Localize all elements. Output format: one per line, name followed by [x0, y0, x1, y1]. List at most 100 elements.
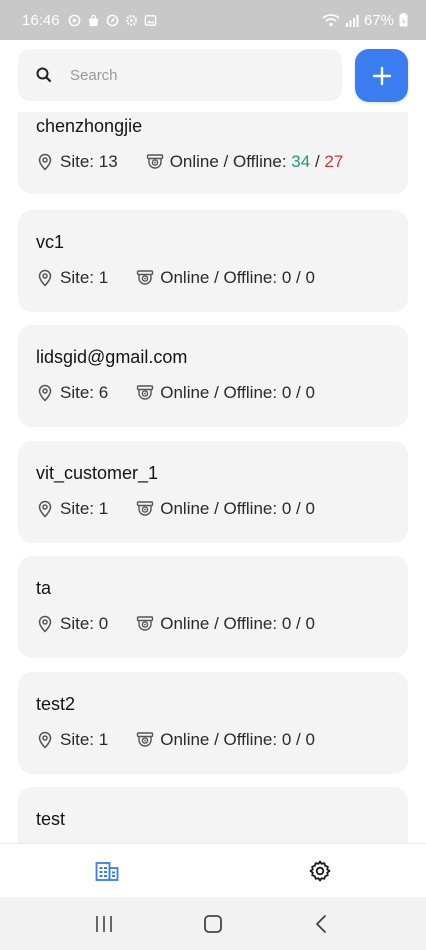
gear-icon	[309, 860, 330, 881]
customer-list[interactable]: chenzhongjie Site: 13 Online / Offline: …	[0, 40, 426, 843]
customer-card[interactable]: vc1 Site: 1 Online / Offline: 0 / 0	[18, 210, 408, 312]
status-label: Online / Offline:	[160, 499, 278, 518]
site-count: 13	[98, 152, 118, 171]
customer-name: lidsgid@gmail.com	[36, 347, 188, 367]
status-label: Online / Offline:	[160, 614, 278, 633]
location-pin-icon	[38, 615, 52, 633]
back-button[interactable]	[307, 909, 337, 939]
status-label: Online / Offline:	[160, 730, 278, 749]
camera-icon	[146, 154, 163, 169]
camera-icon	[137, 270, 154, 285]
wifi-icon	[322, 14, 340, 27]
site-count: 1	[98, 499, 109, 518]
camera-status: Online / Offline: 0 / 0	[136, 268, 315, 288]
site-label: Site:	[60, 152, 95, 171]
battery-percentage: 67%	[363, 11, 394, 29]
site-count: 1	[98, 268, 109, 287]
site-info: Site: 1	[36, 499, 108, 519]
status-right: 67%	[322, 12, 408, 29]
search-icon	[36, 67, 52, 83]
bottom-tab-bar	[0, 843, 426, 897]
signal-icon	[345, 14, 359, 27]
site-label: Site:	[60, 499, 95, 518]
camera-status: Online / Offline: 0 / 0	[136, 730, 315, 750]
image-icon	[144, 14, 156, 26]
offline-count: 27	[324, 152, 344, 171]
status-bar: 16:46 67%	[0, 0, 426, 40]
online-count: 0	[281, 614, 292, 633]
site-label: Site:	[60, 614, 95, 633]
offline-count: 0	[305, 614, 315, 633]
search-input[interactable]	[70, 66, 310, 84]
plus-icon	[372, 66, 391, 85]
search-bar[interactable]	[18, 49, 342, 101]
status-label: Online / Offline:	[160, 268, 278, 287]
customer-name: vc1	[36, 232, 65, 252]
system-nav-bar	[0, 897, 426, 950]
site-info: Site: 1	[36, 730, 108, 750]
building-icon	[95, 861, 118, 881]
status-label: Online / Offline:	[160, 383, 278, 402]
status-separator: /	[314, 152, 320, 171]
online-count: 0	[281, 730, 292, 749]
site-count: 6	[98, 383, 109, 402]
home-icon	[204, 914, 222, 933]
tab-customers[interactable]	[0, 844, 213, 897]
camera-status: Online / Offline: 0 / 0	[136, 383, 315, 403]
camera-status: Online / Offline: 34 / 27	[146, 152, 344, 172]
back-icon	[315, 914, 326, 933]
online-count: 0	[281, 383, 292, 402]
customer-meta: Site: 6 Online / Offline: 0 / 0	[36, 383, 315, 403]
offline-count: 0	[305, 268, 315, 287]
recent-apps-icon	[96, 915, 113, 932]
status-separator: /	[296, 268, 301, 287]
customer-name: vit_customer_1	[36, 463, 159, 483]
camera-icon	[137, 732, 154, 747]
customer-card[interactable]: test	[18, 787, 408, 843]
status-label: Online / Offline:	[169, 152, 287, 171]
camera-status: Online / Offline: 0 / 0	[136, 499, 315, 519]
camera-icon	[137, 385, 154, 400]
site-label: Site:	[60, 730, 95, 749]
recent-apps-button[interactable]	[89, 909, 119, 939]
customer-meta: Site: 1 Online / Offline: 0 / 0	[36, 499, 315, 519]
customer-name: test2	[36, 694, 76, 714]
location-pin-icon	[38, 731, 52, 749]
status-separator: /	[296, 499, 301, 518]
offline-count: 0	[305, 383, 315, 402]
customer-meta: Site: 13 Online / Offline: 34 / 27	[36, 152, 343, 172]
camera-icon	[137, 501, 154, 516]
location-pin-icon	[38, 500, 52, 518]
status-separator: /	[296, 383, 301, 402]
site-info: Site: 0	[36, 614, 108, 634]
status-separator: /	[296, 614, 301, 633]
compass-icon	[106, 14, 118, 26]
offline-count: 0	[305, 499, 315, 518]
site-count: 0	[98, 614, 109, 633]
customer-card[interactable]: ta Site: 0 Online / Offline: 0 / 0	[18, 556, 408, 658]
site-info: Site: 6	[36, 383, 108, 403]
settings-gear-icon	[125, 14, 137, 26]
offline-count: 0	[305, 730, 315, 749]
site-info: Site: 1	[36, 268, 108, 288]
customer-card[interactable]: lidsgid@gmail.com Site: 6 Online / Offli…	[18, 325, 408, 427]
online-count: 0	[281, 499, 292, 518]
camera-status: Online / Offline: 0 / 0	[136, 614, 315, 634]
home-button[interactable]	[198, 909, 228, 939]
customer-meta: Site: 1 Online / Offline: 0 / 0	[36, 730, 315, 750]
customer-card[interactable]: test2 Site: 1 Online / Offline: 0 / 0	[18, 672, 408, 774]
customer-card[interactable]: vit_customer_1 Site: 1 Online / Offline:…	[18, 441, 408, 543]
online-count: 34	[291, 152, 311, 171]
tab-settings[interactable]	[213, 844, 426, 897]
status-time: 16:46	[22, 11, 60, 29]
site-info: Site: 13	[36, 152, 118, 172]
add-customer-button[interactable]	[355, 49, 408, 102]
camera-icon	[137, 616, 154, 631]
location-pin-icon	[38, 269, 52, 287]
site-count: 1	[98, 730, 109, 749]
location-pin-icon	[38, 384, 52, 402]
battery-icon	[399, 13, 408, 27]
site-label: Site:	[60, 383, 95, 402]
customer-name: test	[36, 809, 66, 829]
status-separator: /	[296, 730, 301, 749]
